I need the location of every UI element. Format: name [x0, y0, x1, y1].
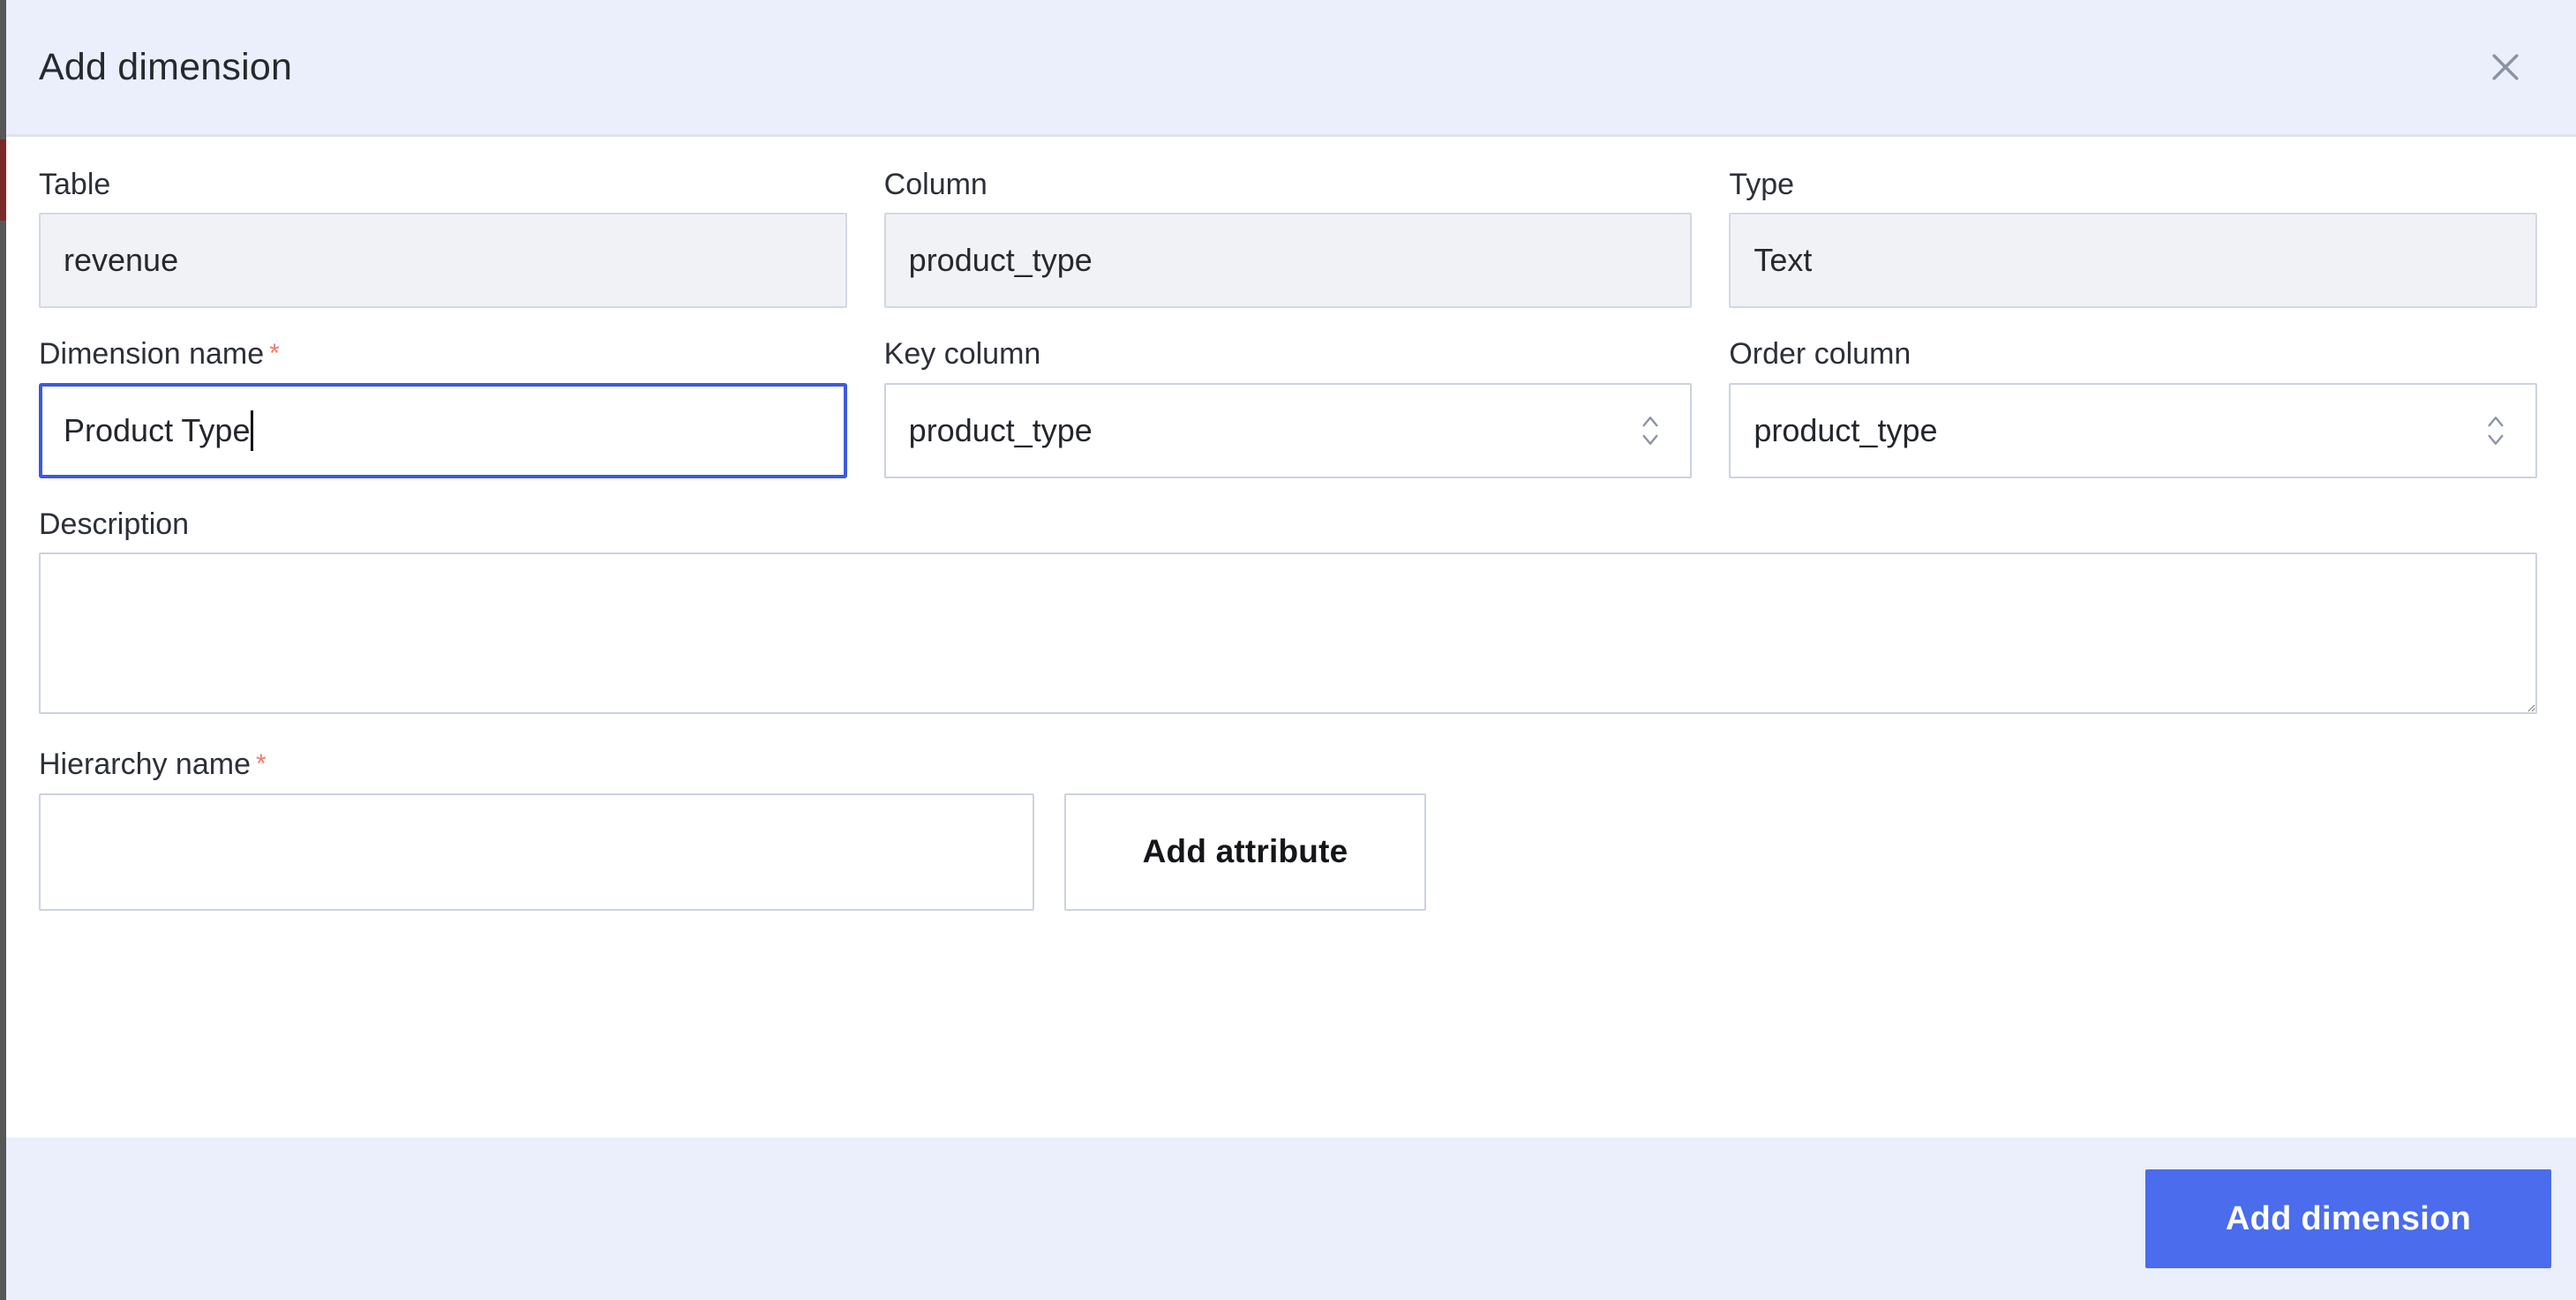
column-label: Column: [883, 168, 988, 201]
table-value: revenue: [64, 242, 179, 279]
field-table: Table revenue: [39, 168, 847, 309]
field-column: Column product_type: [883, 168, 1693, 309]
dialog-header: Add dimension: [0, 0, 2576, 137]
required-asterisk: *: [269, 339, 280, 369]
dimension-name-label-text: Dimension name: [39, 337, 265, 372]
order-column-value: product_type: [1754, 411, 1938, 448]
key-column-select[interactable]: product_type: [883, 382, 1693, 478]
dimension-name-value: Product Type: [64, 411, 251, 448]
form-row-naming: Dimension name * Product Type Key column …: [39, 337, 2538, 478]
field-order-column: Order column product_type: [1729, 337, 2538, 478]
field-hierarchy-name: Hierarchy name *: [39, 748, 1034, 911]
dialog-footer: Add dimension: [0, 1138, 2576, 1300]
table-input: revenue: [39, 213, 847, 309]
field-description: Description: [39, 507, 2537, 718]
hierarchy-name-label: Hierarchy name *: [39, 748, 1034, 781]
required-asterisk: *: [255, 749, 267, 779]
table-label: Table: [39, 168, 111, 201]
text-caret: [251, 410, 254, 451]
chevron-up-down-icon: [1639, 406, 1662, 455]
order-column-label: Order column: [1729, 337, 1911, 372]
form-row-source: Table revenue Column product_type Type T…: [39, 168, 2538, 309]
column-input: product_type: [883, 213, 1693, 309]
hierarchy-name-label-text: Hierarchy name: [39, 748, 251, 782]
form-row-description: Description: [39, 507, 2537, 718]
dimension-name-label: Dimension name *: [39, 338, 847, 371]
dialog-left-rail-accent: [0, 139, 6, 221]
add-dimension-dialog: Add dimension Table revenue Column produ…: [0, 0, 2576, 1300]
type-value: Text: [1754, 242, 1813, 279]
description-textarea[interactable]: [39, 552, 2537, 715]
key-column-label: Key column: [883, 337, 1041, 372]
field-dimension-name: Dimension name * Product Type: [39, 338, 847, 478]
dialog-title: Add dimension: [39, 45, 293, 88]
dialog-body: Table revenue Column product_type Type T…: [0, 137, 2576, 1138]
field-type: Type Text: [1729, 168, 2538, 309]
form-row-hierarchy: Hierarchy name * Add attribute: [39, 748, 2537, 911]
close-icon[interactable]: [2477, 39, 2534, 95]
type-label: Type: [1729, 168, 1795, 201]
dimension-name-input[interactable]: Product Type: [39, 382, 847, 478]
hierarchy-name-input[interactable]: [39, 793, 1034, 911]
add-dimension-submit-button[interactable]: Add dimension: [2145, 1169, 2551, 1268]
add-attribute-button[interactable]: Add attribute: [1064, 793, 1426, 911]
field-key-column: Key column product_type: [883, 337, 1693, 478]
description-label: Description: [39, 507, 190, 541]
key-column-value: product_type: [908, 411, 1093, 448]
order-column-select[interactable]: product_type: [1729, 382, 2538, 478]
chevron-up-down-icon: [2484, 406, 2507, 455]
type-input: Text: [1729, 213, 2538, 309]
column-value: product_type: [908, 242, 1093, 279]
